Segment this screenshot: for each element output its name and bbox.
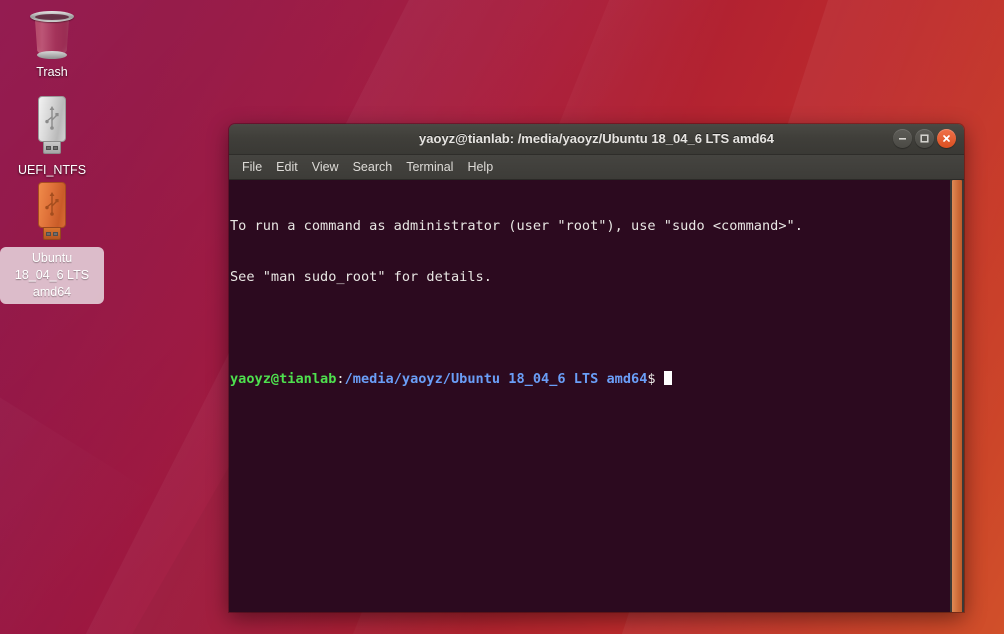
minimize-icon: [899, 138, 906, 140]
maximize-button[interactable]: [915, 129, 934, 148]
terminal-window[interactable]: yaoyz@tianlab: /media/yaoyz/Ubuntu 18_04…: [229, 124, 964, 612]
desktop-icon-ubuntu-usb[interactable]: Ubuntu 18_04_6 LTS amd64: [0, 182, 104, 304]
usb-drive-icon: [30, 182, 74, 244]
terminal-area[interactable]: To run a command as administrator (user …: [229, 180, 964, 612]
desktop-icon-label: UEFI_NTFS: [17, 163, 87, 177]
menubar[interactable]: File Edit View Search Terminal Help: [229, 155, 964, 180]
wallpaper-streak: [0, 360, 161, 634]
window-title: yaoyz@tianlab: /media/yaoyz/Ubuntu 18_04…: [419, 131, 774, 146]
desktop-icon-label: Ubuntu 18_04_6 LTS amd64: [0, 247, 104, 304]
prompt-sigil: $: [647, 371, 664, 387]
usb-symbol-icon: [45, 192, 59, 216]
usb-drive-icon: [30, 96, 74, 158]
menu-item-edit[interactable]: Edit: [269, 157, 305, 177]
menu-item-help[interactable]: Help: [460, 157, 500, 177]
terminal-output-line: To run a command as administrator (user …: [230, 218, 803, 234]
menu-item-terminal[interactable]: Terminal: [399, 157, 460, 177]
minimize-button[interactable]: [893, 129, 912, 148]
usb-symbol-icon: [45, 106, 59, 130]
desktop-icon-trash[interactable]: Trash: [0, 8, 104, 82]
text-cursor: [663, 371, 672, 385]
prompt-path: /media/yaoyz/Ubuntu 18_04_6 LTS amd64: [344, 371, 648, 387]
terminal-output-line: See "man sudo_root" for details.: [230, 269, 492, 285]
scrollbar-thumb[interactable]: [952, 180, 962, 612]
trash-icon: [29, 8, 75, 60]
menu-item-search[interactable]: Search: [346, 157, 400, 177]
terminal-scrollbar[interactable]: [950, 180, 964, 612]
prompt-separator: :: [336, 371, 345, 387]
close-icon: [943, 135, 950, 142]
maximize-icon: [920, 134, 929, 143]
desktop-icon-uefi-ntfs[interactable]: UEFI_NTFS: [0, 96, 104, 180]
desktop[interactable]: Trash UEFI_NTFS Ubuntu 18_04_6 LTS amd64…: [0, 0, 1004, 634]
desktop-icon-label: Trash: [36, 65, 68, 79]
terminal-prompt-line[interactable]: yaoyz@tianlab:/media/yaoyz/Ubuntu 18_04_…: [230, 371, 950, 388]
close-button[interactable]: [937, 129, 956, 148]
menu-item-view[interactable]: View: [305, 157, 346, 177]
prompt-user-host: yaoyz@tianlab: [230, 371, 337, 387]
terminal-screen[interactable]: To run a command as administrator (user …: [229, 180, 950, 612]
window-controls: [893, 129, 956, 148]
menu-item-file[interactable]: File: [235, 157, 269, 177]
titlebar[interactable]: yaoyz@tianlab: /media/yaoyz/Ubuntu 18_04…: [229, 124, 964, 155]
